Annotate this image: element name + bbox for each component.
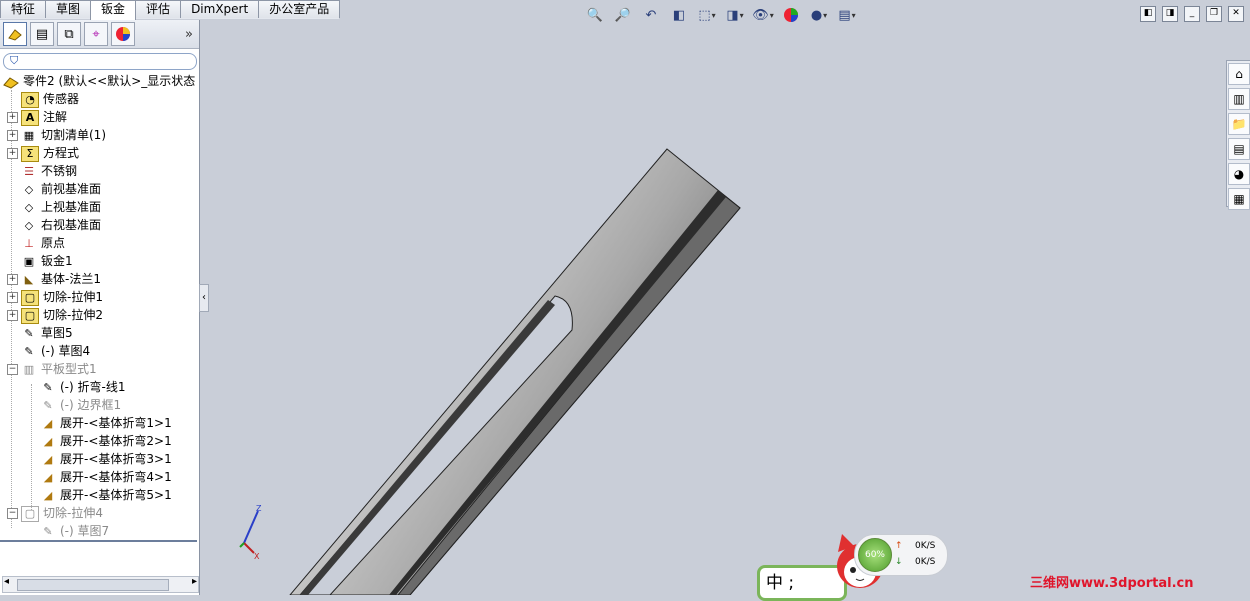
upload-speed: 0K/S xyxy=(915,541,936,551)
triad-x-label: X xyxy=(254,552,260,561)
view-palette-icon[interactable]: ▤ xyxy=(1228,138,1250,160)
triad-z-label: Z xyxy=(256,504,262,513)
solidworks-resources-icon[interactable]: ⌂ xyxy=(1228,63,1250,85)
usage-gauge: 60% xyxy=(858,538,892,572)
upload-arrow-icon: ↑ xyxy=(895,541,903,551)
ime-label: 中 ; xyxy=(766,573,795,593)
appearances-icon[interactable]: ◕ xyxy=(1228,163,1250,185)
reference-triad: Z X xyxy=(239,504,262,561)
download-speed: 0K/S xyxy=(915,557,936,567)
custom-properties-icon[interactable]: ▦ xyxy=(1228,188,1250,210)
sheet-metal-part-model[interactable] xyxy=(289,148,741,595)
download-arrow-icon: ↓ xyxy=(895,557,903,567)
watermark-text: 三维网www.3dportal.cn xyxy=(1030,576,1194,591)
design-library-icon[interactable]: ▥ xyxy=(1228,88,1250,110)
network-speed-widget[interactable]: 60% ↑ 0K/S ↓ 0K/S xyxy=(854,534,948,576)
file-explorer-icon[interactable]: 📁 xyxy=(1228,113,1250,135)
graphics-viewport[interactable] xyxy=(0,0,1250,595)
task-pane: ⌂ ▥ 📁 ▤ ◕ ▦ xyxy=(1226,60,1250,210)
